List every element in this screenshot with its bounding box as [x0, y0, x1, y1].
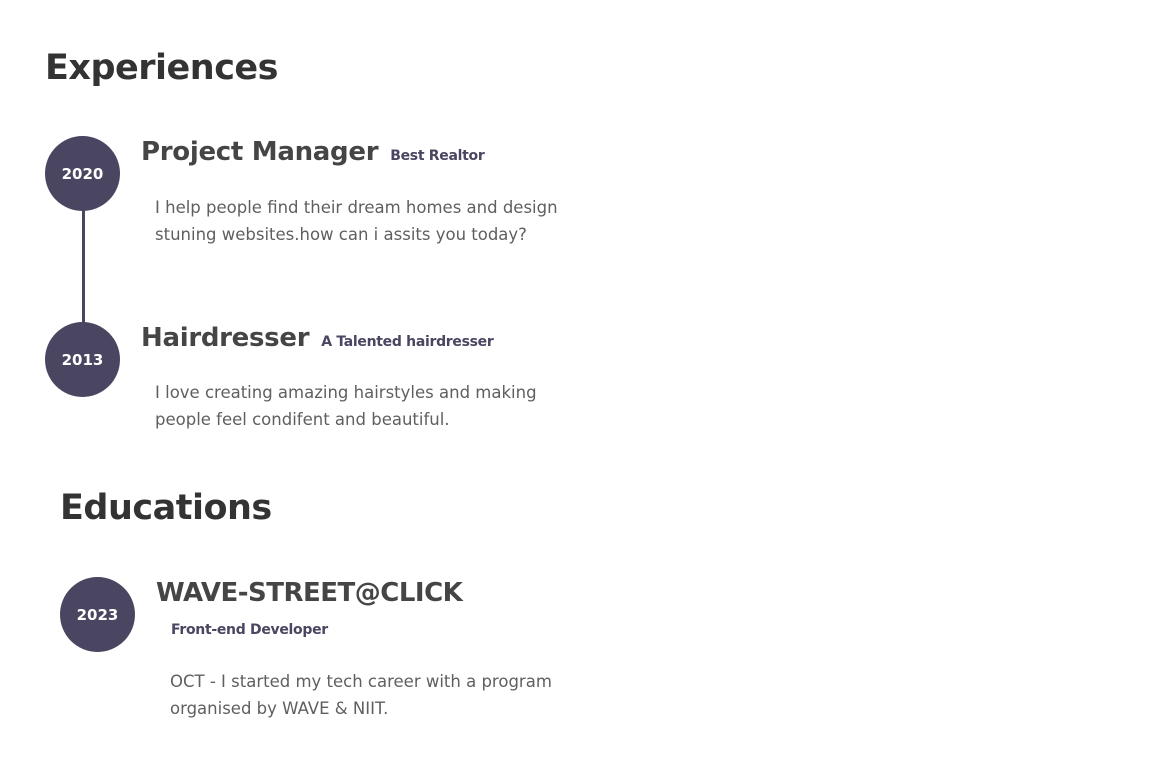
year-badge: 2020 — [45, 136, 120, 211]
experiences-heading: Experiences — [45, 48, 279, 88]
experience-title: Hairdresser — [141, 323, 310, 353]
educations-heading: Educations — [60, 488, 272, 528]
education-subtitle: Front-end Developer — [171, 622, 328, 638]
experience-title: Project Manager — [141, 137, 379, 167]
education-description: OCT - I started my tech career with a pr… — [170, 672, 552, 718]
experience-title-row: Hairdresser A Talented hairdresser — [141, 323, 494, 353]
year-label: 2013 — [61, 350, 104, 369]
education-title: WAVE-STREET@CLICK — [156, 578, 463, 608]
experience-subtitle: Best Realtor — [390, 148, 485, 164]
year-label: 2020 — [61, 164, 104, 183]
experience-title-row: Project Manager Best Realtor — [141, 137, 485, 167]
experience-description: I help people find their dream homes and… — [155, 198, 558, 244]
year-label: 2023 — [76, 605, 119, 624]
experience-subtitle: A Talented hairdresser — [321, 334, 494, 350]
year-badge: 2023 — [60, 577, 135, 652]
year-badge: 2013 — [45, 322, 120, 397]
experience-description: I love creating amazing hairstyles and m… — [155, 383, 537, 429]
